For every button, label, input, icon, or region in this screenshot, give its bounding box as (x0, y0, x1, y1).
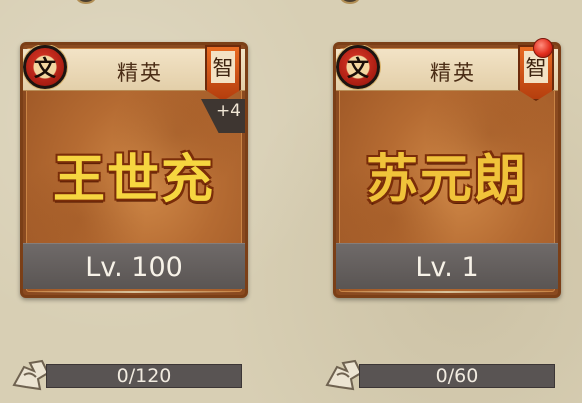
rarity-label: 精英 (117, 61, 163, 85)
stars-band (23, 295, 245, 298)
civil-type-icon: 文 (336, 45, 380, 89)
civil-type-icon: 文 (23, 45, 67, 89)
attribute-banner-icon: 智 (205, 45, 241, 101)
bonus-value: +4 (215, 101, 241, 121)
hero-name: 王世充 (52, 149, 215, 210)
hero-name: 苏元朗 (365, 149, 528, 210)
type-char: 文 (339, 48, 377, 86)
type-char: 文 (26, 48, 64, 86)
divider (31, 291, 237, 293)
fragment-count: 0/60 (435, 365, 479, 387)
upper-card-fragment-left (76, 0, 96, 4)
hero-level: Lv. 1 (415, 252, 479, 283)
divider (344, 291, 550, 293)
rarity-label: 精英 (430, 61, 476, 85)
stars-band (336, 295, 558, 298)
upper-card-fragment-right (340, 0, 360, 4)
notification-dot-icon (533, 38, 553, 58)
attribute-label: 智 (211, 51, 235, 83)
hero-level: Lv. 100 (85, 252, 183, 283)
hero-card-2[interactable]: 文 精英 智 苏元朗 Lv. 1 (333, 42, 561, 298)
fragment-count: 0/120 (116, 365, 172, 387)
fragment-progress-bar: 0/120 (46, 364, 242, 388)
fragment-progress-bar: 0/60 (359, 364, 555, 388)
hero-card-1[interactable]: 文 精英 智 +4 王世充 Lv. 100 (20, 42, 248, 298)
